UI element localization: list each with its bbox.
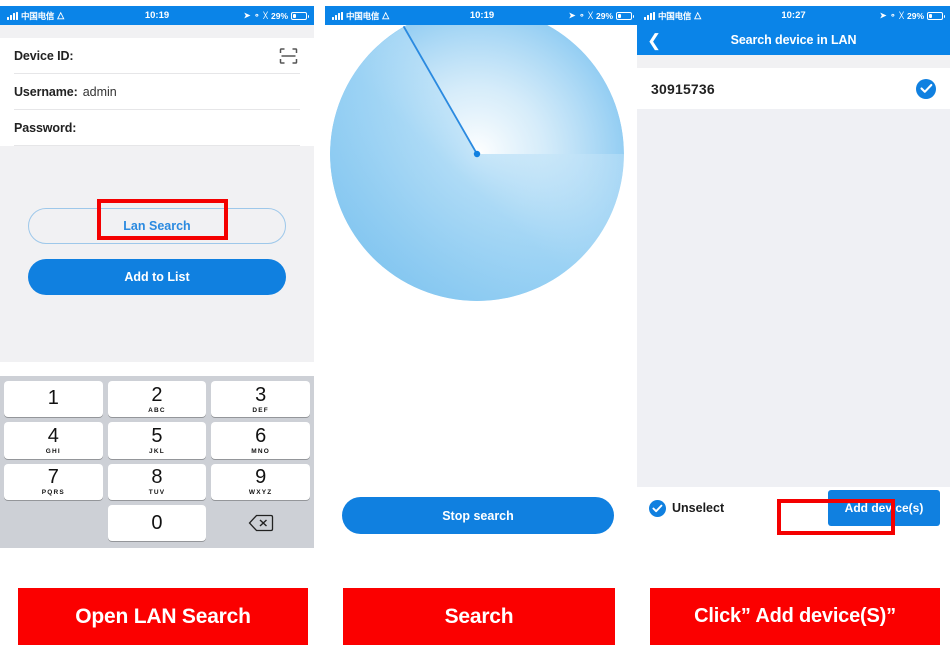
device-id-label: Device ID:: [14, 48, 74, 63]
device-list-item[interactable]: 30915736: [637, 68, 950, 109]
add-to-list-button[interactable]: Add to List: [28, 259, 286, 295]
key-9[interactable]: 9 WXYZ: [211, 463, 310, 500]
key-sub: DEF: [252, 406, 269, 414]
battery-icon: [927, 11, 945, 20]
device-form: Device ID: Username: admin Password:: [0, 38, 314, 146]
key-num: 9: [255, 466, 267, 489]
annotation-box-lan-search: [97, 199, 228, 240]
caption-add-devices: Click” Add device(S)”: [650, 588, 940, 645]
username-value: admin: [82, 84, 117, 99]
check-circle-icon: [649, 499, 666, 517]
caption-open-lan-search: Open LAN Search: [18, 588, 308, 645]
key-num: 3: [255, 383, 267, 406]
key-num: 5: [151, 424, 163, 447]
form-row-username[interactable]: Username: admin: [14, 74, 300, 110]
key-num: 2: [151, 383, 163, 406]
key-7[interactable]: 7 PQRS: [4, 463, 103, 500]
device-id-value: 30915736: [651, 80, 715, 97]
key-sub: WXYZ: [248, 489, 273, 497]
check-circle-icon[interactable]: [916, 78, 936, 99]
status-time: 10:19: [144, 10, 170, 21]
key-8[interactable]: 8 TUV: [107, 463, 207, 500]
key-num: 7: [47, 466, 59, 489]
status-time: 10:19: [469, 10, 495, 21]
phone-panel-lan-results: 中国电信 △ 10:27 ➤ ⚬ ᚷ 29% ❮ Search device i…: [637, 6, 950, 548]
qr-scan-icon[interactable]: [279, 47, 298, 64]
unselect-label: Unselect: [672, 501, 725, 515]
annotation-box-add-devices: [777, 499, 895, 535]
key-6[interactable]: 6 MNO: [211, 422, 310, 459]
caption-search: Search: [343, 588, 615, 645]
radar-scan-area: Stop search: [325, 25, 639, 548]
radar-sweep-graphic: [330, 25, 624, 301]
key-sub: MNO: [251, 447, 271, 455]
key-num: 1: [47, 387, 59, 410]
key-2[interactable]: 2 ABC: [107, 381, 207, 418]
backspace-icon[interactable]: [211, 505, 310, 541]
unselect-toggle[interactable]: Unselect: [649, 499, 725, 517]
status-bar: 中国电信 △ 10:19 ➤ ⚬ ᚷ 29%: [0, 6, 314, 25]
key-0[interactable]: 0: [107, 504, 207, 541]
key-num: 8: [151, 466, 163, 489]
key-num: 0: [151, 511, 163, 534]
action-area: Lan Search Add to List: [0, 146, 314, 362]
key-blank: [4, 505, 103, 541]
tutorial-screenshot: 中国电信 △ 10:19 ➤ ⚬ ᚷ 29% Device ID: Userna…: [0, 0, 950, 659]
form-row-device-id[interactable]: Device ID:: [14, 38, 300, 74]
key-5[interactable]: 5 JKL: [107, 422, 207, 459]
key-4[interactable]: 4 GHI: [4, 422, 103, 459]
section-gap: [0, 25, 314, 38]
key-sub: GHI: [45, 447, 61, 455]
nav-bar: ❮ Search device in LAN: [637, 25, 950, 55]
stop-search-button[interactable]: Stop search: [342, 497, 614, 534]
key-sub: TUV: [148, 489, 166, 497]
password-label: Password:: [14, 120, 77, 135]
key-sub: JKL: [149, 447, 165, 455]
page-title: Search device in LAN: [730, 33, 857, 47]
username-label: Username:: [14, 84, 78, 99]
key-1[interactable]: 1: [4, 381, 103, 418]
key-3[interactable]: 3 DEF: [211, 381, 310, 418]
battery-icon: [291, 11, 309, 20]
chevron-left-icon[interactable]: ❮: [647, 32, 661, 49]
status-bar: 中国电信 △ 10:19 ➤ ⚬ ᚷ 29%: [325, 6, 639, 25]
phone-panel-searching: 中国电信 △ 10:19 ➤ ⚬ ᚷ 29% Stop search: [325, 6, 639, 548]
key-num: 4: [47, 424, 59, 447]
device-list-empty-area: [637, 109, 950, 487]
battery-icon: [616, 11, 634, 20]
numeric-keypad[interactable]: 1 2 ABC 3 DEF 4 GHI 5 JKL 6 MNO 7 PQRS 8…: [0, 376, 314, 548]
section-gap: [637, 55, 950, 68]
key-num: 6: [255, 424, 267, 447]
key-sub: ABC: [148, 406, 166, 414]
status-bar: 中国电信 △ 10:27 ➤ ⚬ ᚷ 29%: [637, 6, 950, 25]
key-sub: PQRS: [41, 489, 65, 497]
form-row-password[interactable]: Password:: [14, 110, 300, 146]
status-time: 10:27: [781, 10, 806, 21]
phone-panel-add-device: 中国电信 △ 10:19 ➤ ⚬ ᚷ 29% Device ID: Userna…: [0, 6, 314, 548]
